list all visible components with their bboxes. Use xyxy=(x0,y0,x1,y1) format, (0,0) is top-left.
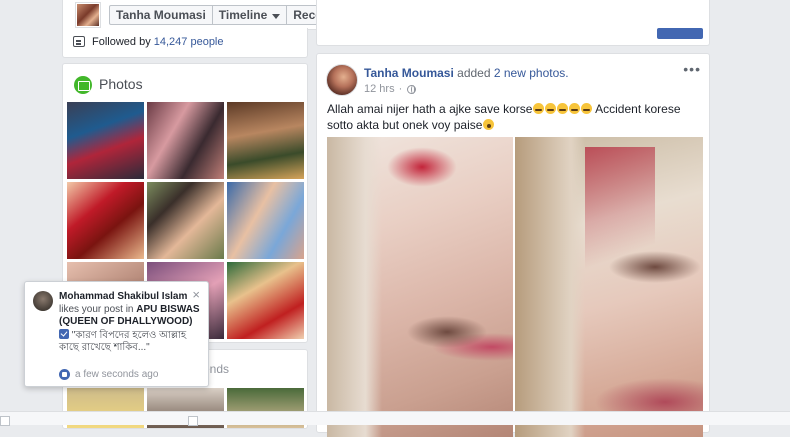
photo-thumbnail[interactable] xyxy=(147,182,224,259)
previous-post-button[interactable] xyxy=(657,28,703,39)
followers-count-link[interactable]: 14,247 people xyxy=(154,36,224,48)
photo-thumbnail[interactable] xyxy=(147,102,224,179)
notification-popup[interactable]: × Mohammad Shakibul Islam likes your pos… xyxy=(24,281,209,387)
bottom-bar xyxy=(0,411,790,426)
post-meta: 12 hrs · xyxy=(364,83,417,95)
post-photo-1[interactable] xyxy=(327,137,513,437)
tears-of-joy-emoji-icon xyxy=(569,103,581,114)
chevron-down-icon xyxy=(272,13,281,19)
new-photos-link[interactable]: 2 new photos. xyxy=(494,66,569,80)
verified-badge-icon xyxy=(59,328,69,339)
intro-card: Followed by 14,247 people xyxy=(62,28,308,58)
tears-of-joy-emoji-icon xyxy=(545,103,557,114)
followers-icon xyxy=(73,36,85,47)
timeline-dropdown[interactable]: Timeline xyxy=(213,6,288,24)
photo-thumbnail[interactable] xyxy=(67,102,144,179)
photos-icon xyxy=(74,76,92,94)
post-author-avatar[interactable] xyxy=(326,64,358,96)
tears-of-joy-emoji-icon xyxy=(557,103,569,114)
scream-emoji-icon xyxy=(483,119,495,130)
notification-user-name: Mohammad Shakibul Islam xyxy=(59,291,188,302)
post-card: Tanha Moumasi added 2 new photos. 12 hrs… xyxy=(316,53,710,437)
globe-icon xyxy=(407,84,417,94)
photo-thumbnail[interactable] xyxy=(67,182,144,259)
followed-by-text: Followed by 14,247 people xyxy=(92,36,224,48)
like-icon xyxy=(59,369,70,380)
profile-avatar-thumbnail[interactable] xyxy=(75,2,101,28)
notification-avatar xyxy=(33,291,53,311)
photos-title[interactable]: Photos xyxy=(99,76,143,92)
tears-of-joy-emoji-icon xyxy=(581,103,593,114)
post-photo-2[interactable] xyxy=(515,137,703,437)
post-text: Allah amai nijer hath a ajke save korse … xyxy=(327,102,681,132)
post-header: Tanha Moumasi added 2 new photos. xyxy=(364,66,569,80)
post-author-link[interactable]: Tanha Moumasi xyxy=(364,66,454,80)
photo-thumbnail[interactable] xyxy=(227,182,304,259)
profile-name-link[interactable]: Tanha Moumasi xyxy=(110,6,213,24)
more-options-icon[interactable]: ••• xyxy=(683,62,701,76)
photo-thumbnail[interactable] xyxy=(227,262,304,339)
previous-post-card xyxy=(316,0,710,46)
notification-quote: "কারণ বিপদের হলেও আল্লাহ কাছে রাখেছে শাক… xyxy=(59,329,187,354)
tears-of-joy-emoji-icon xyxy=(533,103,545,114)
post-timestamp[interactable]: 12 hrs xyxy=(364,83,395,95)
notification-text: Mohammad Shakibul Islam likes your post … xyxy=(59,291,200,354)
photo-thumbnail[interactable] xyxy=(227,102,304,179)
notification-time: a few seconds ago xyxy=(59,369,158,380)
